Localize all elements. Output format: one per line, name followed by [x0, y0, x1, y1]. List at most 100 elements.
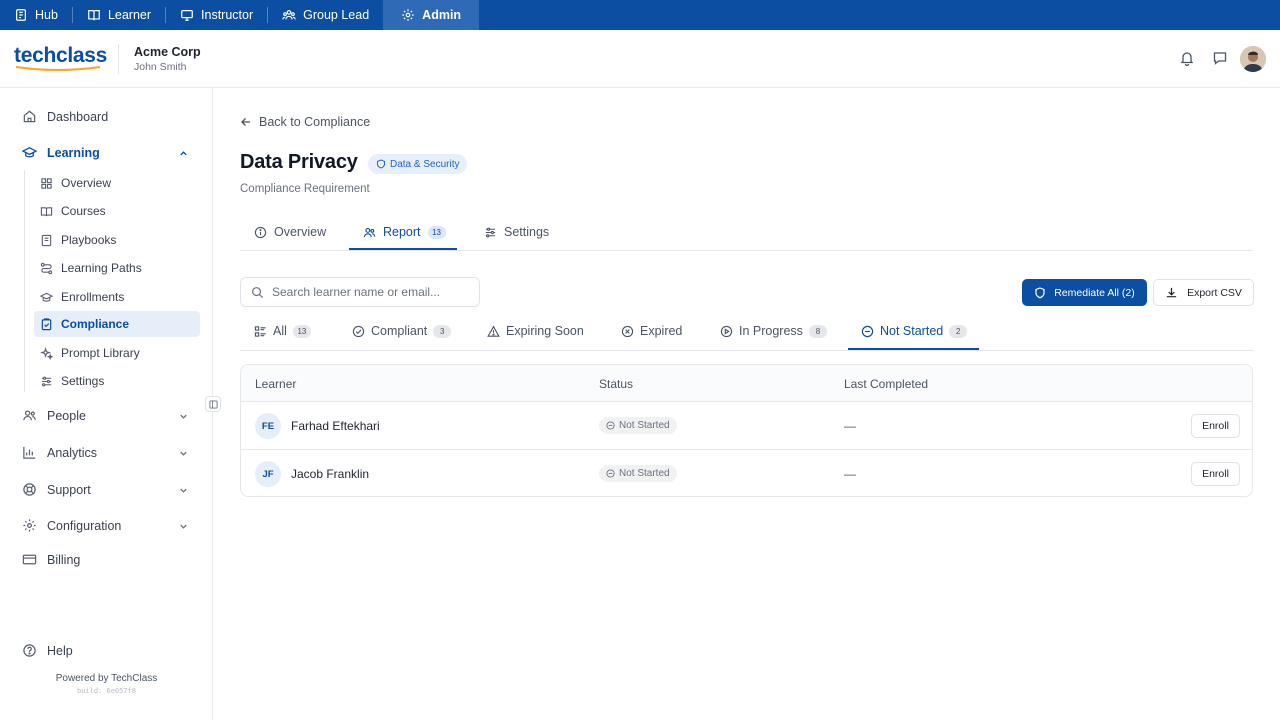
sidebar-subitem-enrollments[interactable]: Enrollments: [40, 290, 124, 304]
bell-icon[interactable]: [1179, 50, 1195, 66]
logo-swoosh-icon: [15, 66, 101, 71]
help-icon: [23, 644, 36, 657]
techclass-logo[interactable]: techclass: [14, 44, 107, 68]
tab-settings[interactable]: Settings: [484, 214, 549, 250]
sidebar-subitem-playbooks[interactable]: Playbooks: [40, 233, 116, 247]
panel-toggle-icon: [208, 399, 218, 409]
lifebuoy-icon: [23, 483, 36, 496]
role-group-lead[interactable]: Group Lead: [268, 0, 383, 30]
route-icon: [40, 262, 53, 274]
role-learner[interactable]: Learner: [73, 0, 165, 30]
enroll-button[interactable]: Enroll: [1191, 414, 1240, 438]
sidebar-subitem-learning-paths[interactable]: Learning Paths: [40, 261, 142, 275]
clipboard-check-icon: [41, 317, 52, 330]
filter-label: In Progress: [739, 324, 803, 338]
page-title: Data Privacy: [240, 151, 358, 173]
warning-icon: [487, 325, 500, 337]
group-icon: [282, 10, 296, 20]
last-completed-value: —: [844, 419, 856, 433]
x-circle-icon: [621, 325, 634, 337]
sidebar-item-people[interactable]: People: [22, 408, 86, 423]
table-row[interactable]: FE Farhad Eftekhari Not Started — Enroll: [241, 402, 1252, 449]
sidebar-collapse-button[interactable]: [205, 396, 221, 412]
sidebar-item-billing[interactable]: Billing: [22, 552, 80, 567]
chevron-down-icon[interactable]: [178, 448, 189, 459]
sidebar-item-label: Billing: [47, 552, 81, 567]
role-learner-label: Learner: [107, 8, 152, 22]
sidebar-subitem-label: Learning Paths: [61, 261, 142, 275]
grid-icon: [41, 177, 52, 189]
sidebar: Dashboard Learning Overview Courses Play…: [0, 88, 213, 720]
sidebar-item-dashboard[interactable]: Dashboard: [22, 109, 108, 124]
filter-all[interactable]: All 13: [254, 313, 311, 349]
monitor-icon: [181, 10, 193, 21]
enroll-button[interactable]: Enroll: [1191, 462, 1240, 486]
book-icon: [88, 10, 100, 21]
remediate-all-button[interactable]: Remediate All (2): [1022, 279, 1147, 306]
sidebar-subitem-settings[interactable]: Settings: [40, 374, 104, 388]
sidebar-item-label: Learning: [47, 145, 100, 160]
page-tabs: Overview Report 13 Settings: [240, 214, 1253, 251]
chevron-down-icon[interactable]: [178, 485, 189, 496]
avatar[interactable]: [1240, 46, 1266, 72]
filter-expired[interactable]: Expired: [621, 313, 682, 349]
learner-name[interactable]: Farhad Eftekhari: [291, 419, 380, 433]
sidebar-subitem-courses[interactable]: Courses: [40, 204, 106, 218]
home-icon: [23, 110, 36, 123]
table-row[interactable]: JF Jacob Franklin Not Started — Enroll: [241, 449, 1252, 496]
tab-count-badge: 13: [427, 225, 446, 239]
sidebar-item-help[interactable]: Help: [22, 643, 73, 658]
column-header-last-completed[interactable]: Last Completed: [844, 377, 928, 391]
users-icon: [363, 227, 376, 237]
role-instructor[interactable]: Instructor: [166, 0, 267, 30]
table-header: Learner Status Last Completed: [241, 365, 1252, 402]
filter-in-progress[interactable]: In Progress 8: [720, 313, 827, 349]
sidebar-item-analytics[interactable]: Analytics: [22, 445, 97, 460]
sidebar-subitem-prompt-library[interactable]: Prompt Library: [40, 346, 140, 360]
chevron-down-icon[interactable]: [178, 521, 189, 532]
learner-initials-avatar: FE: [255, 413, 281, 439]
column-header-learner[interactable]: Learner: [255, 377, 296, 391]
sidebar-subitem-overview[interactable]: Overview: [40, 176, 111, 190]
app-header: techclass Acme Corp John Smith: [0, 30, 1280, 88]
credit-card-icon: [22, 554, 37, 565]
role-instructor-label: Instructor: [201, 8, 254, 22]
info-icon: [254, 226, 267, 238]
sidebar-item-support[interactable]: Support: [22, 482, 91, 497]
sidebar-subitem-label: Overview: [61, 176, 112, 190]
list-icon: [254, 325, 266, 337]
status-badge: Not Started: [599, 417, 677, 434]
filter-compliant[interactable]: Compliant 3: [352, 313, 452, 349]
sidebar-item-label: Help: [47, 643, 73, 658]
tab-label: Report: [383, 225, 421, 239]
learner-search[interactable]: [240, 277, 480, 307]
shield-icon: [1035, 286, 1045, 298]
chevron-up-icon[interactable]: [178, 148, 189, 159]
message-icon[interactable]: [1212, 50, 1228, 66]
filter-not-started[interactable]: Not Started 2: [861, 313, 968, 349]
search-input[interactable]: [272, 285, 472, 299]
org-name[interactable]: Acme Corp: [134, 45, 201, 59]
column-header-status[interactable]: Status: [599, 377, 633, 391]
tab-overview[interactable]: Overview: [254, 214, 326, 250]
category-badge-label: Data & Security: [390, 158, 460, 170]
learner-name[interactable]: Jacob Franklin: [291, 467, 369, 481]
export-csv-button[interactable]: Export CSV: [1153, 279, 1254, 306]
tab-report[interactable]: Report 13: [363, 214, 446, 250]
chevron-down-icon[interactable]: [178, 411, 189, 422]
sidebar-item-label: Dashboard: [47, 109, 109, 124]
active-filter-indicator: [848, 348, 979, 350]
sidebar-item-label: Support: [47, 482, 91, 497]
sidebar-item-learning[interactable]: Learning: [22, 145, 100, 160]
back-link-label: Back to Compliance: [259, 115, 371, 129]
minus-circle-icon: [861, 325, 874, 337]
filter-expiring-soon[interactable]: Expiring Soon: [487, 313, 584, 349]
sidebar-subitem-label: Settings: [61, 374, 105, 388]
role-admin[interactable]: Admin: [383, 0, 480, 30]
sidebar-item-label: Configuration: [47, 518, 122, 533]
role-hub-label: Hub: [35, 8, 58, 22]
sidebar-subitem-compliance[interactable]: Compliance: [40, 317, 129, 331]
back-to-compliance-link[interactable]: Back to Compliance: [240, 115, 370, 129]
sidebar-item-configuration[interactable]: Configuration: [22, 518, 121, 533]
role-hub[interactable]: Hub: [0, 0, 72, 30]
